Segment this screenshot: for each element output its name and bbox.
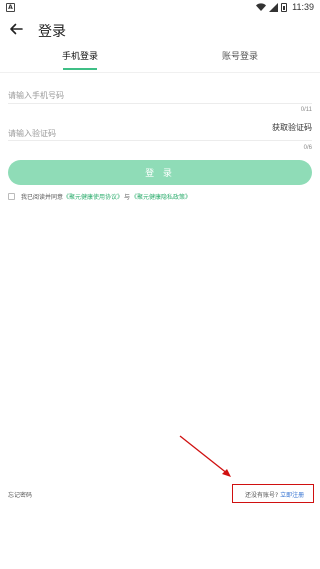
agreement-and: 与 [124,193,131,201]
register-prompt: 还没有账号? 立即注册 [245,490,304,499]
signal-icon [269,2,279,12]
phone-field-underline [8,103,312,104]
agreement-prefix: 我已阅读并同意 [21,193,64,201]
privacy-link[interactable]: 《聚元健康隐私政策》 [131,192,191,201]
status-icons: 11:39 [256,2,314,12]
status-bar: A 11:39 [0,0,320,14]
code-field-underline [8,140,312,141]
annotation-arrow-icon [179,435,231,477]
agreement-checkbox[interactable] [8,192,15,200]
app-bar: 登录 [0,14,320,46]
terms-link[interactable]: 《聚元健康使用协议》 [63,192,123,201]
phone-counter: 0/11 [300,107,312,113]
no-account-text: 还没有账号? [245,492,279,499]
forgot-password-link[interactable]: 忘记密码 [8,490,32,499]
status-time: 11:39 [292,2,314,12]
agreement-row: 我已阅读并同意 《聚元健康使用协议》 与 《聚元健康隐私政策》 [8,190,191,202]
phone-input[interactable] [8,87,228,104]
code-field [8,121,312,142]
tab-phone-login[interactable]: 手机登录 [30,49,130,62]
back-arrow-icon[interactable] [8,21,24,37]
register-now-link[interactable]: 立即注册 [280,492,304,499]
page-title: 登录 [38,24,66,40]
login-button[interactable]: 登 录 [8,160,312,185]
active-tab-indicator [63,68,97,70]
tabs-divider [0,72,320,73]
code-counter: 0/6 [303,145,312,151]
battery-icon [281,2,288,12]
wifi-icon [256,3,267,11]
phone-field [8,83,312,104]
tab-account-login[interactable]: 账号登录 [190,49,290,62]
login-tabs: 手机登录 账号登录 [0,46,320,72]
get-code-button[interactable]: 获取验证码 [272,122,312,133]
app-notification-icon: A [6,3,15,12]
